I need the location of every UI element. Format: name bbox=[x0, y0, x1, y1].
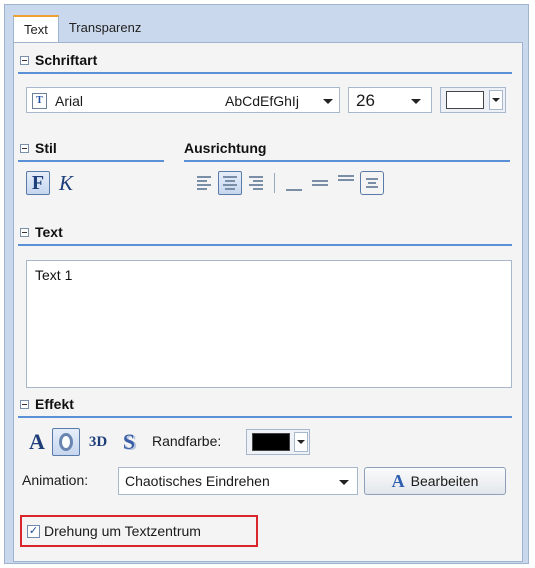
text-properties-window: Text Transparenz Schriftart T Arial AbCd… bbox=[4, 4, 529, 564]
valign-middle-button[interactable] bbox=[308, 171, 332, 195]
collapse-icon[interactable] bbox=[20, 227, 29, 237]
section-style-title: Stil bbox=[35, 140, 57, 156]
rotation-center-option[interactable]: ✓ Drehung um Textzentrum bbox=[20, 515, 258, 547]
effect-plain-button[interactable]: A bbox=[24, 428, 50, 456]
effect-outline-button[interactable] bbox=[52, 428, 80, 456]
section-effect-header[interactable]: Effekt bbox=[18, 393, 512, 418]
animation-select[interactable]: Chaotisches Eindrehen bbox=[118, 467, 358, 495]
section-font-title: Schriftart bbox=[35, 52, 98, 68]
animation-label: Animation: bbox=[22, 472, 89, 488]
align-left-button[interactable] bbox=[192, 171, 216, 195]
align-right-icon bbox=[249, 176, 263, 190]
text-input[interactable]: Text 1 bbox=[26, 260, 512, 388]
section-text-title: Text bbox=[35, 224, 63, 240]
chevron-down-icon bbox=[297, 440, 305, 444]
checkmark-icon: ✓ bbox=[28, 524, 39, 537]
effect-3d-button[interactable]: 3D bbox=[84, 428, 112, 456]
bold-icon: F bbox=[31, 172, 45, 194]
section-text-header[interactable]: Text bbox=[18, 221, 512, 246]
font-color-picker[interactable] bbox=[440, 87, 506, 113]
collapse-icon[interactable] bbox=[20, 399, 29, 409]
section-effect-title: Effekt bbox=[35, 396, 74, 412]
tab-transparency[interactable]: Transparenz bbox=[59, 15, 152, 41]
valign-top-icon bbox=[338, 175, 354, 181]
section-align-header: Ausrichtung bbox=[184, 137, 510, 162]
fit-frame-button[interactable] bbox=[360, 171, 384, 195]
section-divider bbox=[184, 160, 510, 162]
section-divider bbox=[18, 160, 164, 162]
italic-icon: K bbox=[58, 170, 73, 195]
effect-shadow-button[interactable]: S bbox=[116, 428, 142, 456]
align-left-icon bbox=[197, 176, 211, 190]
section-divider bbox=[18, 416, 512, 418]
font-family-select[interactable]: T Arial AbCdEfGhIj bbox=[26, 87, 340, 113]
border-color-picker[interactable] bbox=[246, 429, 310, 455]
section-style-header[interactable]: Stil bbox=[18, 137, 170, 162]
rotation-center-checkbox[interactable]: ✓ bbox=[27, 524, 40, 538]
bold-button[interactable]: F bbox=[26, 171, 50, 195]
valign-top-button[interactable] bbox=[334, 171, 358, 195]
font-preview: AbCdEfGhIj bbox=[225, 93, 299, 109]
italic-button[interactable]: K bbox=[54, 171, 78, 195]
rotation-center-label: Drehung um Textzentrum bbox=[44, 523, 201, 539]
edit-animation-button[interactable]: A Bearbeiten bbox=[364, 467, 506, 495]
collapse-icon[interactable] bbox=[20, 55, 29, 65]
section-font-header[interactable]: Schriftart bbox=[18, 49, 512, 74]
collapse-icon[interactable] bbox=[20, 143, 29, 153]
chevron-down-icon[interactable] bbox=[411, 99, 421, 104]
section-divider bbox=[18, 72, 512, 74]
font-size-select[interactable]: 26 bbox=[348, 87, 432, 113]
outline-icon bbox=[59, 433, 73, 451]
font-size-value: 26 bbox=[356, 91, 375, 110]
chevron-down-icon[interactable] bbox=[339, 480, 349, 485]
three-d-icon: 3D bbox=[88, 433, 108, 450]
plain-text-icon: A bbox=[29, 429, 45, 454]
border-color-label: Randfarbe: bbox=[152, 433, 222, 449]
chevron-down-icon bbox=[492, 98, 500, 102]
valign-bottom-icon bbox=[286, 189, 302, 191]
align-center-icon bbox=[223, 176, 237, 190]
text-edit-icon: A bbox=[391, 471, 405, 491]
animation-value: Chaotisches Eindrehen bbox=[125, 473, 270, 489]
toolbar-separator bbox=[274, 173, 275, 193]
font-type-icon: T bbox=[32, 93, 47, 109]
valign-bottom-button[interactable] bbox=[282, 171, 306, 195]
font-color-swatch bbox=[446, 91, 484, 109]
align-center-button[interactable] bbox=[218, 171, 242, 195]
shadow-icon: S bbox=[122, 429, 136, 454]
section-align-title: Ausrichtung bbox=[184, 140, 267, 156]
align-right-button[interactable] bbox=[244, 171, 268, 195]
tab-bar: Text Transparenz bbox=[13, 15, 152, 43]
section-divider bbox=[18, 244, 512, 246]
tab-text[interactable]: Text bbox=[13, 15, 59, 43]
fit-frame-icon bbox=[366, 178, 378, 188]
edit-button-label: Bearbeiten bbox=[410, 473, 479, 489]
border-color-swatch bbox=[252, 433, 290, 451]
font-name: Arial bbox=[55, 93, 84, 109]
valign-middle-icon bbox=[312, 180, 328, 186]
properties-panel: Schriftart T Arial AbCdEfGhIj 26 Stil Au… bbox=[13, 42, 523, 562]
chevron-down-icon[interactable] bbox=[323, 99, 333, 104]
